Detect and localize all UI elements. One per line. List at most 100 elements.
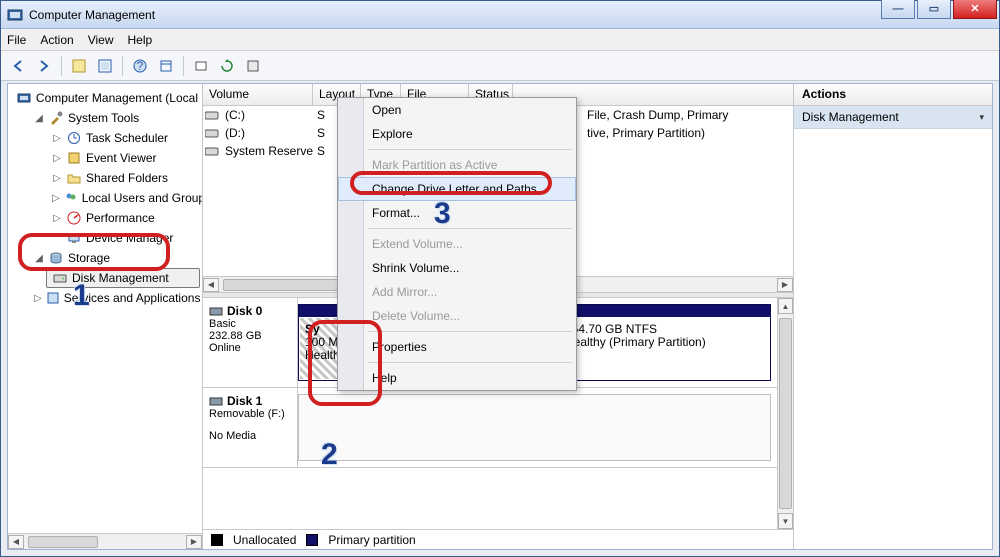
svg-text:?: ?: [137, 59, 144, 73]
toolbar-separator: [122, 56, 123, 76]
actions-item-disk-management[interactable]: Disk Management ▾: [794, 106, 992, 129]
expand-icon[interactable]: ▷: [52, 133, 62, 144]
close-button[interactable]: ✕: [953, 0, 997, 19]
volume-name: (D:): [221, 126, 313, 140]
tree-system-tools[interactable]: ◢ System Tools: [28, 108, 200, 128]
partition-size: 154.70 GB NTFS: [565, 322, 657, 336]
menu-view[interactable]: View: [88, 33, 114, 47]
scroll-thumb[interactable]: [779, 318, 792, 509]
ctx-delete[interactable]: Delete Volume...: [338, 304, 576, 328]
event-icon: [66, 150, 82, 166]
ctx-shrink[interactable]: Shrink Volume...: [338, 256, 576, 280]
folder-icon: [66, 170, 82, 186]
computer-icon: [16, 90, 32, 106]
help-icon[interactable]: ?: [129, 55, 151, 77]
toolbar-icon-5[interactable]: [242, 55, 264, 77]
legend-swatch-unallocated: [211, 534, 223, 546]
legend-swatch-primary: [306, 534, 318, 546]
separator: [368, 331, 572, 332]
ctx-format[interactable]: Format...: [338, 201, 576, 225]
app-window: Computer Management — ▭ ✕ File Action Vi…: [0, 0, 1000, 557]
volume-status: File, Crash Dump, Primary: [583, 108, 732, 122]
tree-services-label: Services and Applications: [64, 291, 201, 305]
tree-root[interactable]: Computer Management (Local: [10, 88, 200, 108]
scroll-right-button[interactable]: ▶: [186, 535, 202, 549]
expand-icon[interactable]: ▷: [52, 213, 62, 224]
scroll-track[interactable]: [24, 535, 186, 549]
volume-name: System Reserved: [221, 144, 313, 158]
scroll-track[interactable]: [778, 314, 793, 513]
menu-help[interactable]: Help: [128, 33, 153, 47]
ctx-explore[interactable]: Explore: [338, 122, 576, 146]
refresh-icon[interactable]: [216, 55, 238, 77]
forward-button[interactable]: [33, 55, 55, 77]
disk-label[interactable]: Disk 1 Removable (F:) No Media: [203, 388, 298, 467]
tree-hscrollbar[interactable]: ◀ ▶: [8, 533, 202, 549]
menu-file[interactable]: File: [7, 33, 26, 47]
scroll-down-button[interactable]: ▼: [778, 513, 793, 529]
scroll-left-button[interactable]: ◀: [8, 535, 24, 549]
tree-disk-management[interactable]: Disk Management: [46, 268, 200, 288]
title-bar[interactable]: Computer Management — ▭ ✕: [1, 1, 999, 29]
ctx-properties[interactable]: Properties: [338, 335, 576, 359]
menu-bar: File Action View Help: [1, 29, 999, 51]
tree-storage[interactable]: ◢ Storage: [28, 248, 200, 268]
volume-layout: S: [313, 144, 333, 158]
menu-action[interactable]: Action: [40, 33, 73, 47]
col-volume[interactable]: Volume: [203, 84, 313, 105]
ctx-extend[interactable]: Extend Volume...: [338, 232, 576, 256]
tree-event-viewer[interactable]: ▷Event Viewer: [46, 148, 200, 168]
legend-label: Unallocated: [233, 533, 296, 547]
expand-icon[interactable]: ▷: [52, 193, 60, 204]
tree-task-scheduler[interactable]: ▷ Task Scheduler: [46, 128, 200, 148]
scroll-right-button[interactable]: ▶: [777, 278, 793, 292]
scroll-left-button[interactable]: ◀: [203, 278, 219, 292]
partition-empty[interactable]: [298, 394, 771, 461]
ctx-change-drive-letter[interactable]: Change Drive Letter and Paths...: [338, 177, 576, 201]
toolbar-icon-3[interactable]: [155, 55, 177, 77]
users-icon: [64, 190, 78, 206]
expand-icon[interactable]: ▷: [52, 153, 62, 164]
tree-shared-folders[interactable]: ▷ Shared Folders: [46, 168, 200, 188]
disk-status: No Media: [209, 430, 291, 442]
disk-label[interactable]: Disk 0 Basic 232.88 GB Online: [203, 298, 298, 387]
partition-d[interactable]: 154.70 GB NTFSHealthy (Primary Partition…: [558, 304, 771, 381]
tree-services[interactable]: ▷ Services and Applications: [28, 288, 200, 308]
separator: [368, 228, 572, 229]
app-icon: [7, 7, 23, 23]
volume-icon: [203, 128, 221, 138]
scroll-thumb[interactable]: [28, 536, 98, 548]
tree-device-manager[interactable]: Device Manager: [46, 228, 200, 248]
ctx-mark-active[interactable]: Mark Partition as Active: [338, 153, 576, 177]
expand-icon[interactable]: ▷: [34, 293, 42, 304]
toolbar-icon-4[interactable]: [190, 55, 212, 77]
window-title: Computer Management: [29, 8, 993, 22]
tree-item-label: Local Users and Groups: [82, 191, 203, 205]
disk-type-icon: [209, 304, 223, 318]
tree-storage-label: Storage: [68, 251, 110, 265]
toolbar-icon-1[interactable]: [68, 55, 90, 77]
collapse-icon[interactable]: ◢: [34, 113, 44, 124]
scroll-up-button[interactable]: ▲: [778, 298, 793, 314]
tree-local-users[interactable]: ▷ Local Users and Groups: [46, 188, 200, 208]
volume-layout: S: [313, 108, 333, 122]
ctx-help[interactable]: Help: [338, 366, 576, 390]
back-button[interactable]: [7, 55, 29, 77]
tools-icon: [48, 110, 64, 126]
tree-item-label: Shared Folders: [86, 171, 168, 185]
ctx-open[interactable]: Open: [338, 98, 576, 122]
maximize-button[interactable]: ▭: [917, 0, 951, 19]
volume-icon: [203, 110, 221, 120]
collapse-icon[interactable]: ◢: [34, 253, 44, 264]
tree-performance[interactable]: ▷Performance: [46, 208, 200, 228]
toolbar-icon-2[interactable]: [94, 55, 116, 77]
tree-item-label: Task Scheduler: [86, 131, 168, 145]
context-menu: Open Explore Mark Partition as Active Ch…: [337, 97, 577, 391]
minimize-button[interactable]: —: [881, 0, 915, 19]
disk-vscrollbar[interactable]: ▲ ▼: [777, 298, 793, 529]
disk-mgmt-icon: [52, 270, 68, 286]
volume-icon: [203, 146, 221, 156]
disk-type-icon: [209, 394, 223, 408]
expand-icon[interactable]: ▷: [52, 173, 62, 184]
ctx-add-mirror[interactable]: Add Mirror...: [338, 280, 576, 304]
